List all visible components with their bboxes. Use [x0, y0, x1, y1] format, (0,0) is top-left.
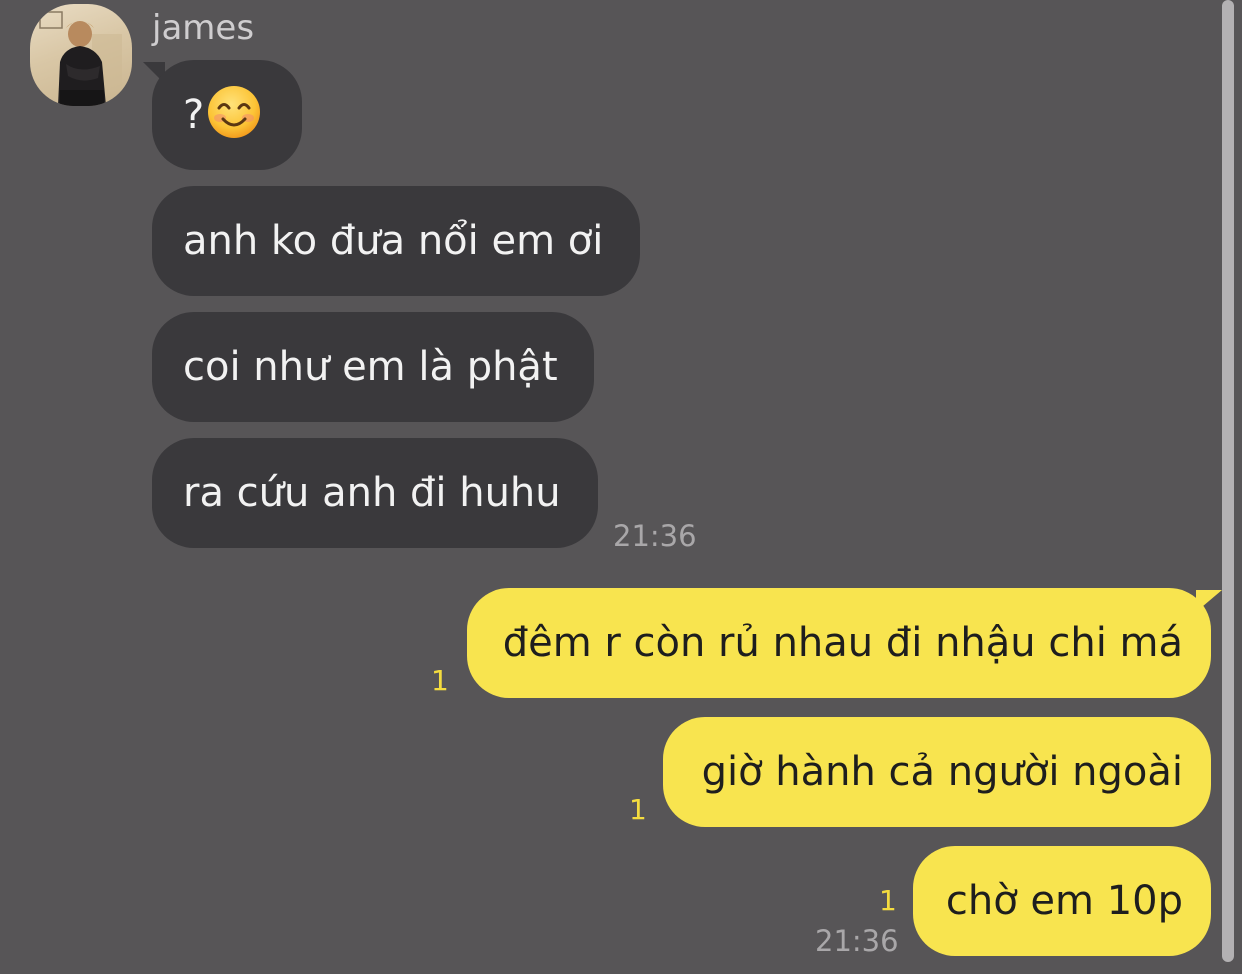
scrollbar[interactable] [1222, 0, 1234, 962]
unread-count: 1 [629, 793, 647, 826]
contact-avatar[interactable] [30, 4, 132, 106]
message-text: ra cứu anh đi huhu [183, 470, 561, 516]
incoming-message-bubble[interactable]: anh ko đưa nổi em ơi [152, 186, 640, 296]
outgoing-message-bubble[interactable]: giờ hành cả người ngoài [663, 717, 1211, 827]
incoming-message-bubble[interactable]: ra cứu anh đi huhu [152, 438, 598, 548]
outgoing-timestamp: 21:36 [815, 924, 899, 958]
incoming-message-bubble[interactable]: coi như em là phật [152, 312, 594, 422]
incoming-timestamp: 21:36 [613, 519, 697, 553]
unread-count: 1 [431, 664, 449, 697]
message-text: coi như em là phật [183, 344, 558, 390]
message-text: chờ em 10p [945, 878, 1183, 924]
message-text: ? [183, 92, 205, 138]
unread-count: 1 [879, 884, 897, 917]
smiling-face-emoji-icon [208, 86, 261, 138]
sender-name: james [152, 8, 255, 48]
message-text: giờ hành cả người ngoài [701, 749, 1183, 795]
incoming-message-bubble[interactable]: ? [152, 60, 302, 170]
message-text: anh ko đưa nổi em ơi [183, 218, 604, 264]
outgoing-message-bubble[interactable]: chờ em 10p [913, 846, 1211, 956]
outgoing-message-bubble[interactable]: đêm r còn rủ nhau đi nhậu chi má [467, 588, 1211, 698]
message-text: đêm r còn rủ nhau đi nhậu chi má [502, 620, 1183, 666]
chat-area[interactable]: james ? anh ko đưa nổi em ơi coi như em … [0, 0, 1242, 974]
